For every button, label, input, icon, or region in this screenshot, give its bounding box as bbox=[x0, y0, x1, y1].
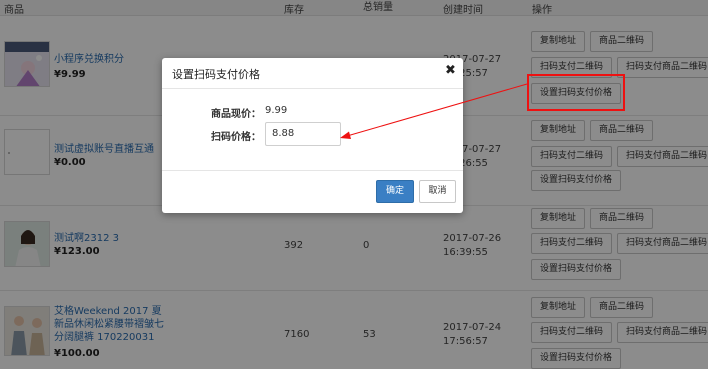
set-scan-pay-price-dialog: 设置扫码支付价格 ✖ 商品现价： 9.99 扫码价格： 8.88 确定 取消 bbox=[162, 58, 463, 213]
close-icon[interactable]: ✖ bbox=[445, 63, 456, 78]
annotation-highlight-box bbox=[527, 74, 625, 111]
dialog-divider bbox=[162, 170, 463, 171]
current-price-label: 商品现价： bbox=[211, 109, 261, 120]
dialog-title: 设置扫码支付价格 bbox=[172, 68, 260, 81]
dialog-divider bbox=[162, 88, 463, 89]
scan-price-input[interactable]: 8.88 bbox=[265, 122, 341, 146]
current-price-value: 9.99 bbox=[265, 105, 288, 116]
cancel-button[interactable]: 取消 bbox=[419, 180, 456, 203]
confirm-button[interactable]: 确定 bbox=[376, 180, 414, 203]
scan-price-label: 扫码价格： bbox=[211, 132, 261, 143]
